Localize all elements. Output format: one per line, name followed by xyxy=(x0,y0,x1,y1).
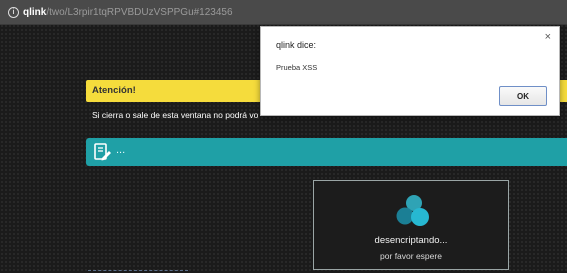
url-path: /two/L3rpir1tqRPVBDUzVSPPGu#123456 xyxy=(46,6,233,18)
ok-button[interactable]: OK xyxy=(499,86,547,106)
loading-panel: desencriptando... por favor espere xyxy=(313,180,509,270)
loading-text: desencriptando... xyxy=(374,235,448,246)
close-icon[interactable]: × xyxy=(545,31,551,43)
warning-text: Si cierra o sale de esta ventana no podr… xyxy=(92,110,259,120)
address-bar[interactable]: i qlink /two/L3rpir1tqRPVBDUzVSPPGu#1234… xyxy=(0,0,567,25)
form-header-bar: ... xyxy=(86,138,567,166)
url-host: qlink xyxy=(23,6,47,18)
loading-subtext: por favor espere xyxy=(380,251,442,261)
form-header-text: ... xyxy=(116,144,126,156)
info-icon[interactable]: i xyxy=(8,6,19,18)
alert-title: Atención! xyxy=(92,85,136,96)
dialog-message: Prueba XSS xyxy=(276,63,318,72)
edit-form-icon xyxy=(94,143,111,161)
alert-dialog: qlink dice: × Prueba XSS OK xyxy=(260,26,560,116)
loading-spinner-icon xyxy=(396,195,429,226)
dialog-title: qlink dice: xyxy=(276,40,317,50)
